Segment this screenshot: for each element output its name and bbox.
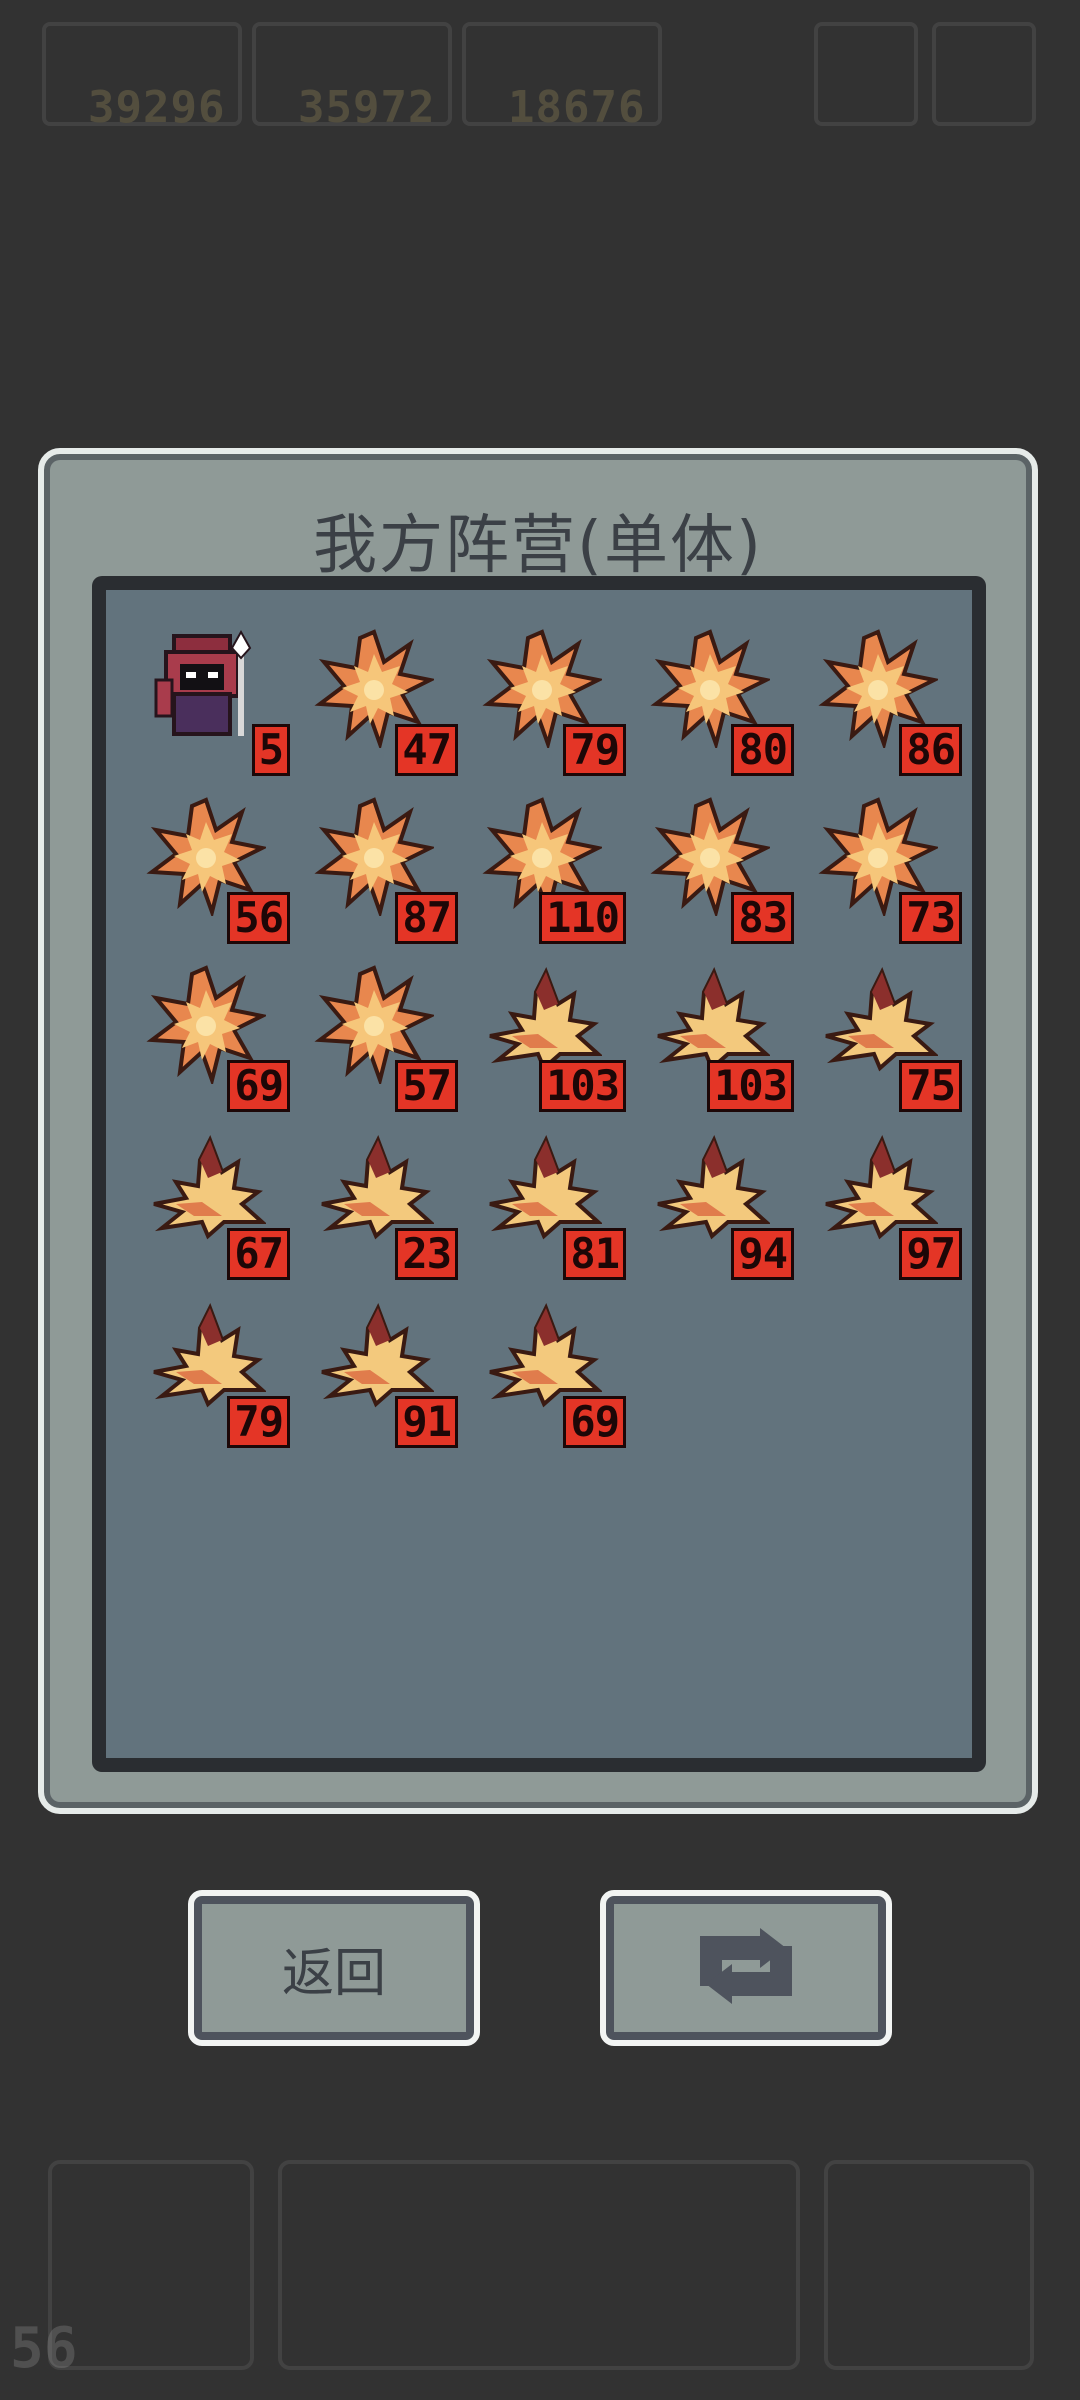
unit-slot[interactable]: 97 [818, 1132, 962, 1280]
unit-slot[interactable]: 94 [650, 1132, 794, 1280]
bottom-slot-3 [824, 2160, 1034, 2370]
unit-level-badge: 87 [395, 892, 458, 944]
unit-slot[interactable]: 87 [314, 796, 458, 944]
unit-level-badge: 103 [539, 1060, 626, 1112]
bottom-counter: 56 [10, 2316, 78, 2381]
refresh-icon [690, 1926, 802, 2010]
unit-level-badge: 5 [251, 724, 290, 776]
unit-level-badge: 79 [563, 724, 626, 776]
bottom-slot-1 [48, 2160, 254, 2370]
unit-slot[interactable]: 47 [314, 628, 458, 776]
unit-slot[interactable]: 69 [146, 964, 290, 1112]
unit-level-badge: 103 [707, 1060, 794, 1112]
unit-slot[interactable]: 110 [482, 796, 626, 944]
unit-level-badge: 69 [227, 1060, 290, 1112]
unit-level-badge: 67 [227, 1228, 290, 1280]
unit-level-badge: 97 [899, 1228, 962, 1280]
unit-level-badge: 91 [395, 1396, 458, 1448]
unit-level-badge: 47 [395, 724, 458, 776]
unit-slot[interactable]: 73 [818, 796, 962, 944]
top-button-1 [814, 22, 918, 126]
unit-slot[interactable]: 67 [146, 1132, 290, 1280]
unit-slot[interactable]: 56 [146, 796, 290, 944]
unit-slot[interactable]: 75 [818, 964, 962, 1112]
unit-grid: 5 47 79 80 86 56 87 110 83 73 69 57 103 … [92, 576, 986, 1772]
unit-level-badge: 75 [899, 1060, 962, 1112]
top-button-2 [932, 22, 1036, 126]
unit-level-badge: 86 [899, 724, 962, 776]
resource-value-2: 35972 [298, 82, 436, 133]
unit-slot[interactable]: 23 [314, 1132, 458, 1280]
unit-slot[interactable]: 86 [818, 628, 962, 776]
back-button[interactable]: 返回 [188, 1890, 480, 2046]
unit-slot[interactable]: 91 [314, 1300, 458, 1448]
unit-level-badge: 83 [731, 892, 794, 944]
unit-slot[interactable]: 83 [650, 796, 794, 944]
unit-level-badge: 81 [563, 1228, 626, 1280]
unit-level-badge: 94 [731, 1228, 794, 1280]
unit-level-badge: 73 [899, 892, 962, 944]
resource-value-1: 39296 [88, 82, 226, 133]
unit-level-badge: 57 [395, 1060, 458, 1112]
back-button-label: 返回 [281, 1943, 386, 2004]
unit-slot[interactable]: 103 [650, 964, 794, 1112]
unit-level-badge: 69 [563, 1396, 626, 1448]
resource-value-3: 18676 [508, 82, 646, 133]
unit-slot[interactable]: 69 [482, 1300, 626, 1448]
unit-level-badge: 110 [539, 892, 626, 944]
unit-level-badge: 80 [731, 724, 794, 776]
bottom-slot-2 [278, 2160, 800, 2370]
unit-slot[interactable]: 80 [650, 628, 794, 776]
unit-slot[interactable]: 57 [314, 964, 458, 1112]
unit-slot[interactable]: 81 [482, 1132, 626, 1280]
unit-level-badge: 23 [395, 1228, 458, 1280]
panel-title: 我方阵营(单体) [313, 509, 763, 583]
unit-slot[interactable]: 79 [482, 628, 626, 776]
team-panel: 我方阵营(单体) 5 47 79 80 86 56 87 110 83 73 6… [38, 448, 1038, 1814]
unit-mage[interactable]: 5 [146, 628, 290, 776]
refresh-button[interactable] [600, 1890, 892, 2046]
unit-level-badge: 79 [227, 1396, 290, 1448]
unit-slot[interactable]: 79 [146, 1300, 290, 1448]
unit-level-badge: 56 [227, 892, 290, 944]
unit-slot[interactable]: 103 [482, 964, 626, 1112]
